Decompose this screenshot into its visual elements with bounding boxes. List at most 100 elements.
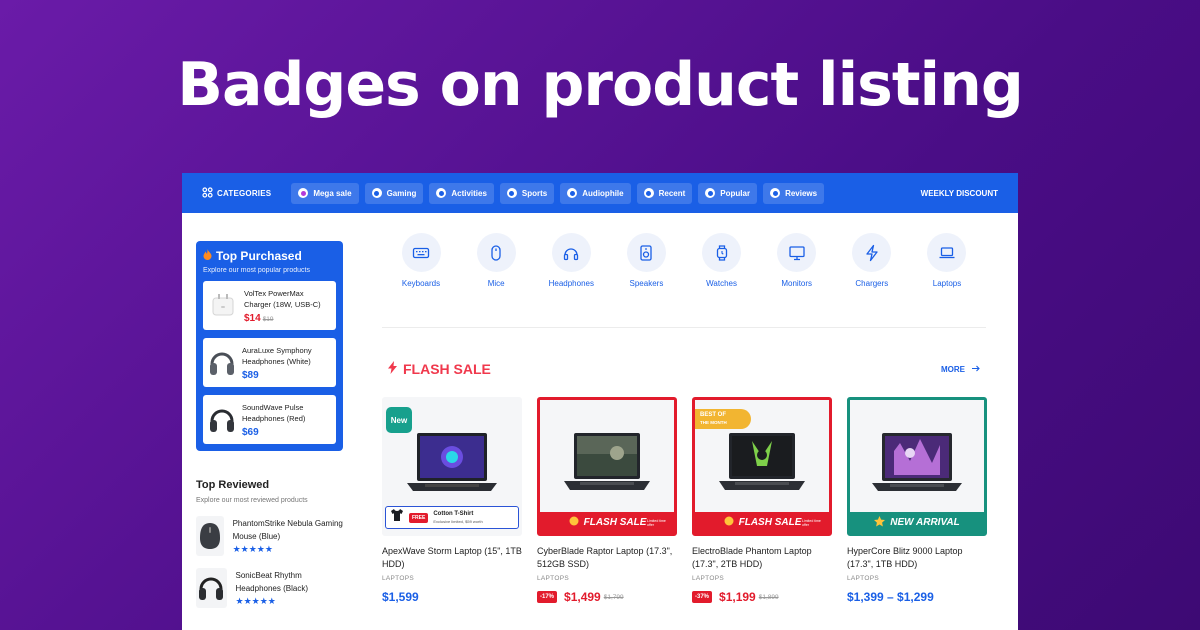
top-reviewed-item[interactable]: SonicBeat Rhythm Headphones (Black) ★★★★… [196,568,343,608]
product-card[interactable]: BEST OF THE MONTH FLASH SALE Limited tim… [692,397,832,604]
item-price: $89 [242,369,259,381]
category-headphones[interactable]: Headphones [536,233,606,327]
nav-pill-reviews[interactable]: Reviews [763,182,825,204]
product-card[interactable]: FLASH SALE Limited time offer CyberBlade… [537,397,677,604]
category-monitors[interactable]: Monitors [762,233,832,327]
top-purchased-item[interactable]: VolTex PowerMax Charger (18W, USB-C) $14… [203,281,336,330]
pill-label: Reviews [785,188,818,198]
category-label: Chargers [855,279,889,288]
nav-pill-gaming[interactable]: Gaming [364,182,424,204]
headphones-icon [551,233,591,272]
item-name: PhantomStrike Nebula Gaming Mouse (Blue) [232,519,343,541]
product-card[interactable]: New FREE Cotton T-Shirt Exclusive limited… [382,397,522,604]
nav-pill-audiophile[interactable]: Audiophile [560,182,631,204]
rating-stars: ★★★★★ [232,544,273,554]
item-price: $69 [242,426,259,438]
category-chargers[interactable]: Chargers [837,233,907,327]
pill-label: Activities [451,188,487,198]
sports-icon [506,188,517,198]
item-price: $14 [244,312,261,324]
item-name: VolTex PowerMax Charger (18W, USB-C) [244,288,321,309]
nav-pill-recent[interactable]: Recent [636,182,693,204]
top-purchased-subtitle: Explore our most popular products [203,267,310,274]
speaker-icon [626,233,666,272]
product-price: $1,599 [382,590,419,604]
pill-label: Popular [720,188,751,198]
keyboard-icon [401,233,441,272]
monitor-icon [777,233,817,272]
product-price: $1,499 [564,590,601,604]
more-link[interactable]: MORE [941,365,980,374]
product-card[interactable]: NEW ARRIVAL HyperCore Blitz 9000 Laptop … [847,397,987,604]
sidebar: Top Purchased Explore our most popular p… [196,241,343,608]
popular-icon [705,188,716,198]
product-image[interactable]: NEW ARRIVAL [847,397,987,536]
product-name[interactable]: ApexWave Storm Laptop (15", 1TB HDD) [382,545,522,571]
nav-pill-mega-sale[interactable]: Mega sale [291,182,359,204]
gaming-icon [371,188,382,198]
grid-icon [202,186,213,200]
strip-label: FLASH SALE [738,517,802,528]
product-image[interactable]: New FREE Cotton T-Shirt Exclusive limited… [382,397,522,536]
gift-note: Exclusive limited, $59 worth [433,518,483,524]
best-line1: BEST OF [700,412,727,418]
product-category: LAPTOPS [692,575,724,582]
categories-link[interactable]: CATEGORIES [202,186,271,200]
new-arrival-strip: NEW ARRIVAL [850,512,984,533]
shop-window: CATEGORIES Mega sale Gaming Activities S… [182,173,1018,630]
product-category: LAPTOPS [847,575,879,582]
top-purchased-title: Top Purchased [216,249,302,263]
product-name[interactable]: HyperCore Blitz 9000 Laptop (17.3", 1TB … [847,545,987,571]
gift-title: Cotton T-Shirt [433,510,474,517]
flash-sale-header: FLASH SALE MORE [382,361,986,377]
laptop-image [407,433,497,491]
strip-tag: Limited time offer [647,518,666,527]
product-price: $1,399 – $1,299 [847,590,934,604]
best-line2: THE MONTH [700,420,727,425]
recent-icon [643,188,654,198]
category-laptops[interactable]: Laptops [912,233,982,327]
star-icon [874,515,886,530]
flash-sale-title: FLASH SALE [403,361,491,377]
product-category: LAPTOPS [382,575,414,582]
product-old-price: $1,899 [758,593,779,601]
nav-pill-sports[interactable]: Sports [499,182,555,204]
top-purchased-item[interactable]: SoundWave Pulse Headphones (Red) $69 [203,395,336,444]
fire-icon [203,249,212,263]
flash-sale-strip: FLASH SALE Limited time offer [540,512,674,533]
nav-pill-popular[interactable]: Popular [698,182,758,204]
item-name: SoundWave Pulse Headphones (Red) [242,402,306,423]
item-name: SonicBeat Rhythm Headphones (Black) [235,571,308,593]
weekly-discount-link[interactable]: WEEKLY DISCOUNT [921,189,998,198]
flash-sale-strip: FLASH SALE Limited time offer [695,512,829,533]
product-name[interactable]: CyberBlade Raptor Laptop (17.3", 512GB S… [537,545,677,571]
mouse-icon [476,233,516,272]
top-reviewed-title: Top Reviewed [196,479,270,491]
lightning-icon [852,233,892,272]
product-image[interactable]: FLASH SALE Limited time offer [537,397,677,536]
headphones-image [208,344,236,382]
fire-icon [723,516,735,529]
category-mice[interactable]: Mice [461,233,531,327]
item-old-price: $19 [262,315,274,323]
free-tag: FREE [409,512,429,523]
product-category: LAPTOPS [537,575,569,582]
category-label: Monitors [781,279,813,288]
pill-label: Recent [658,188,686,198]
arrow-right-icon [972,365,980,374]
audiophile-icon [567,188,578,198]
product-name[interactable]: ElectroBlade Phantom Laptop (17.3", 2TB … [692,545,832,571]
top-reviewed-item[interactable]: PhantomStrike Nebula Gaming Mouse (Blue)… [196,516,343,556]
discount-badge: -17% [537,591,558,603]
best-of-month-badge: BEST OF THE MONTH [695,409,751,429]
category-row: Keyboards Mice Headphones Speakers Watch… [382,233,986,328]
top-purchased-item[interactable]: AuraLuxe Symphony Headphones (White) $89 [203,338,336,387]
category-watches[interactable]: Watches [687,233,757,327]
category-keyboards[interactable]: Keyboards [386,233,456,327]
nav-pill-activities[interactable]: Activities [429,182,494,204]
category-speakers[interactable]: Speakers [611,233,681,327]
category-label: Headphones [548,279,594,288]
mega-sale-icon [298,188,309,198]
product-image[interactable]: BEST OF THE MONTH FLASH SALE Limited tim… [692,397,832,536]
laptop-icon [927,233,967,272]
